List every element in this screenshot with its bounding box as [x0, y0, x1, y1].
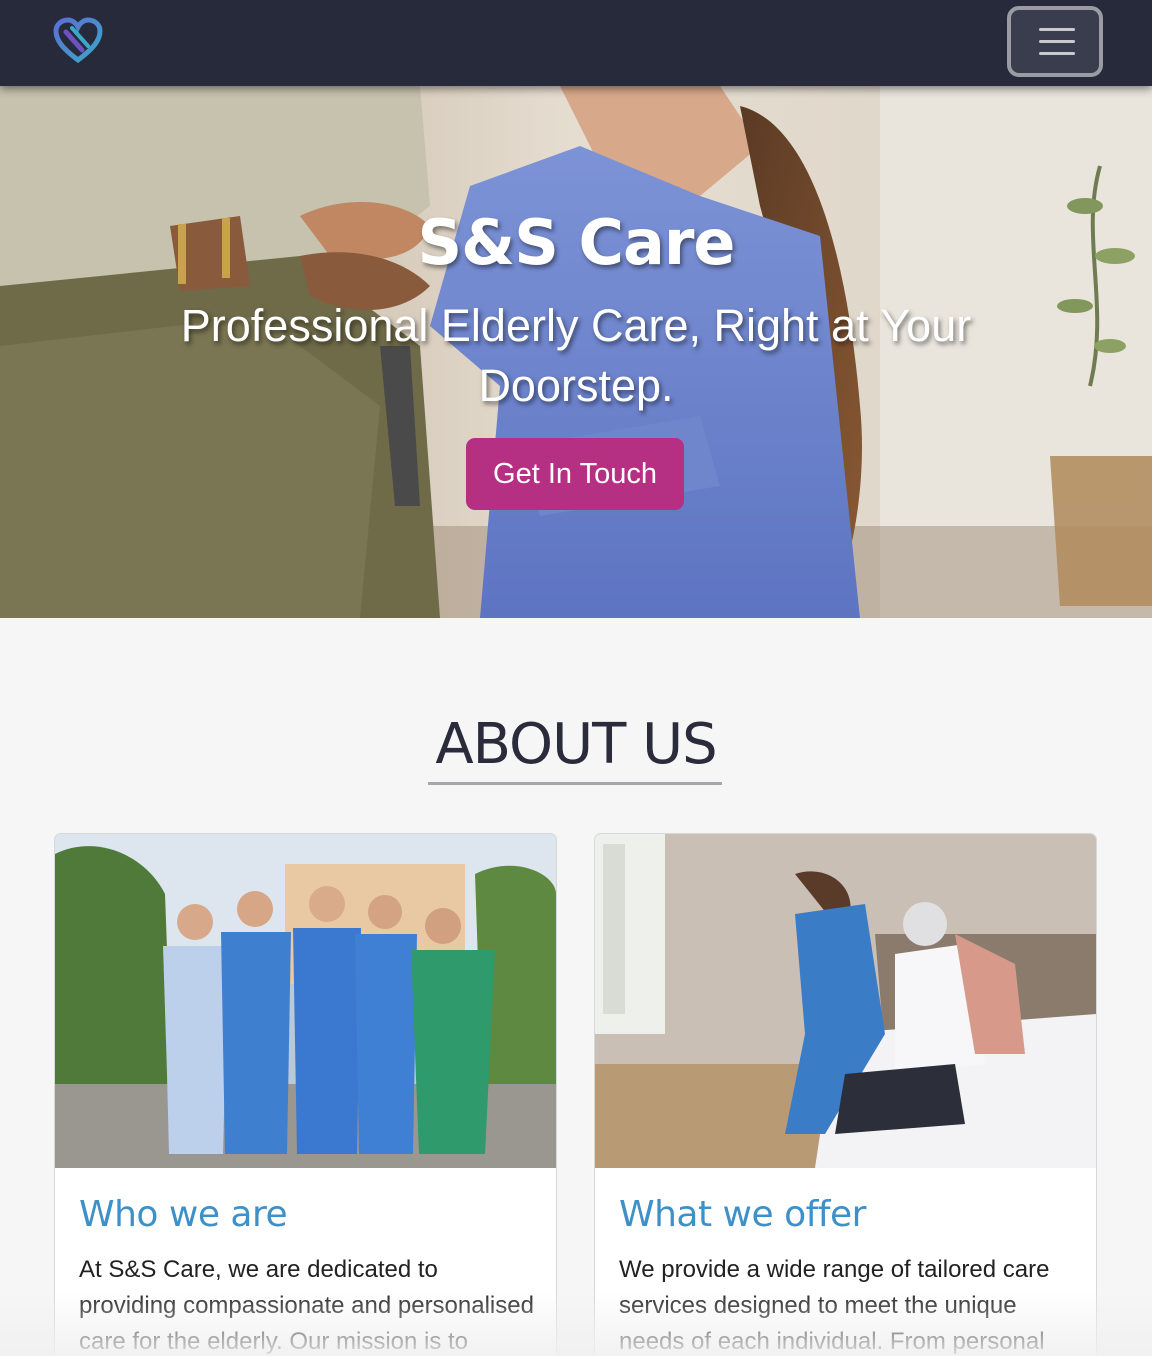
hero-subtitle: Professional Elderly Care, Right at Your… — [180, 300, 972, 411]
hero-section: S&S Care Professional Elderly Care, Righ… — [0, 86, 1152, 618]
heading-underline — [428, 782, 722, 785]
heart-logo-icon[interactable] — [52, 16, 104, 66]
hero-title: S&S Care — [417, 206, 736, 279]
team-photo-image — [55, 834, 556, 1168]
menu-toggle-button[interactable] — [1007, 6, 1103, 77]
navbar — [0, 0, 1152, 86]
about-card-who-we-are: Who we are At S&S Care, we are dedicated… — [54, 833, 557, 1356]
about-heading: ABOUT US — [435, 712, 717, 777]
get-in-touch-button[interactable]: Get In Touch — [466, 438, 684, 510]
card-title: What we offer — [619, 1194, 866, 1235]
card-text: We provide a wide range of tailored care… — [619, 1256, 1050, 1355]
card-title: Who we are — [79, 1194, 288, 1235]
about-card-what-we-offer: What we offer We provide a wide range of… — [594, 833, 1097, 1356]
card-text: At S&S Care, we are dedicated to providi… — [79, 1256, 534, 1355]
caregiver-photo-image — [595, 834, 1096, 1168]
